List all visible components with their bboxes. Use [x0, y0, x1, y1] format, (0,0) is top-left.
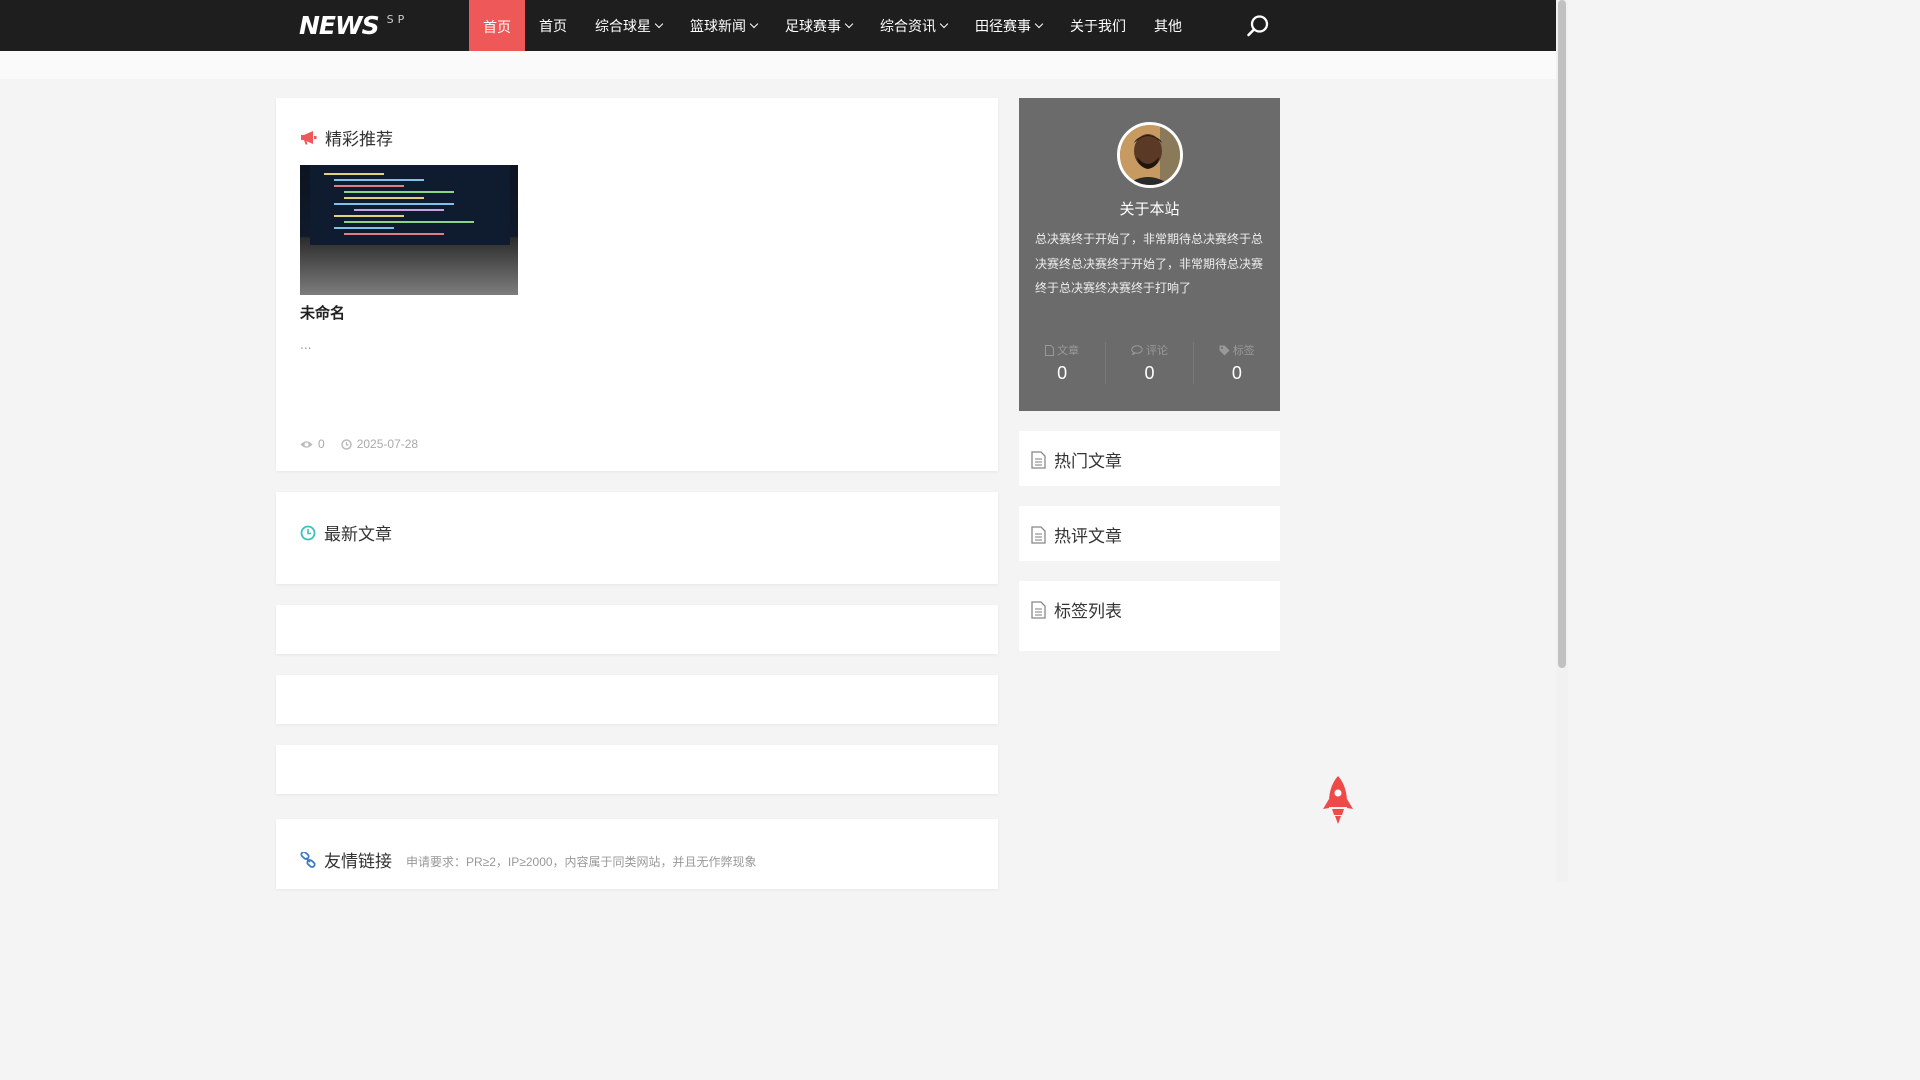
hot-articles-widget: 热门文章 [1019, 431, 1280, 486]
clock-icon [300, 525, 316, 540]
stat-label: 评论 [1106, 342, 1192, 358]
search-icon [1247, 15, 1269, 37]
top-navbar: NEWS SP 首页 首页 综合球星 篮球新闻 足球赛事 综合资讯 田径赛事 关… [0, 0, 1556, 54]
post-views: 0 [300, 437, 325, 451]
stat-value: 0 [1231, 363, 1242, 383]
tag-list-widget: 标签列表 [1019, 581, 1280, 651]
featured-heading: 精彩推荐 [300, 125, 393, 150]
stat-label-text: 文章 [1057, 344, 1080, 357]
site-stats: 文章 0 评论 0 标签 0 [1019, 342, 1280, 384]
chevron-down-icon [1034, 19, 1044, 28]
nav-label: 田径赛事 [975, 18, 1031, 35]
nav-label: 综合球星 [595, 18, 651, 35]
megaphone-icon [301, 131, 317, 145]
link-icon [300, 851, 316, 868]
post-views-count: 0 [318, 437, 325, 451]
chevron-down-icon [749, 19, 759, 28]
latest-section: 最新文章 [276, 492, 998, 584]
stat-label: 文章 [1019, 342, 1105, 358]
stat-comments: 评论 0 [1105, 342, 1192, 384]
nav-item-home-active[interactable]: 首页 [469, 0, 525, 54]
widget-heading[interactable]: 热门文章 [1031, 447, 1122, 472]
nav-label: 其他 [1154, 18, 1182, 35]
back-to-top-button[interactable] [1322, 775, 1354, 825]
friend-links-note: 申请要求：PR≥2，IP≥2000，内容属于同类网站，并且无作弊现象 [406, 855, 757, 869]
friend-links-section: 友情链接 申请要求：PR≥2，IP≥2000，内容属于同类网站，并且无作弊现象 [276, 819, 998, 889]
post-meta: 0 2025-07-28 [300, 437, 434, 451]
latest-heading-text: 最新文章 [324, 525, 392, 545]
empty-card [276, 675, 998, 724]
avatar [1117, 122, 1183, 188]
post-date-text: 2025-07-28 [356, 437, 419, 451]
stat-label: 标签 [1194, 342, 1280, 358]
site-logo[interactable]: NEWS SP [299, 10, 408, 40]
clock-icon [340, 438, 352, 450]
chevron-down-icon [939, 19, 949, 28]
nav-label: 关于我们 [1070, 18, 1126, 35]
stat-value: 0 [1057, 363, 1068, 383]
widget-title: 热门文章 [1054, 452, 1122, 472]
stat-tags: 标签 0 [1192, 342, 1280, 384]
post-thumbnail[interactable] [300, 165, 518, 295]
widget-heading[interactable]: 标签列表 [1031, 597, 1122, 622]
nav-item-stars[interactable]: 综合球星 [581, 0, 676, 51]
document-icon [1031, 450, 1046, 469]
tag-icon [1219, 345, 1230, 355]
widget-title: 标签列表 [1054, 602, 1122, 622]
main-nav: 首页 首页 综合球星 篮球新闻 足球赛事 综合资讯 田径赛事 关于我们 其他 [469, 0, 1196, 54]
nav-item-news[interactable]: 综合资讯 [866, 0, 961, 51]
scrollbar-thumb[interactable] [1558, 0, 1566, 668]
nav-label: 综合资讯 [880, 18, 936, 35]
nav-label: 首页 [483, 20, 511, 36]
stat-value: 0 [1144, 363, 1155, 383]
about-widget: 关于本站 总决赛终于开始了，非常期待总决赛终于总决赛终总决赛终于开始了，非常期待… [1019, 98, 1280, 411]
nav-label: 足球赛事 [785, 18, 841, 35]
nav-label: 篮球新闻 [690, 18, 746, 35]
nav-item-other[interactable]: 其他 [1140, 0, 1196, 51]
header-subband [0, 51, 1556, 79]
stat-articles: 文章 0 [1019, 342, 1105, 384]
logo-main-text: NEWS [299, 11, 380, 40]
nav-item-basketball[interactable]: 篮球新闻 [676, 0, 771, 51]
post-date: 2025-07-28 [340, 437, 419, 451]
chevron-down-icon [654, 19, 664, 28]
nav-item-football[interactable]: 足球赛事 [771, 0, 866, 51]
widget-heading[interactable]: 热评文章 [1031, 522, 1122, 547]
empty-card [276, 745, 998, 794]
empty-card [276, 605, 998, 654]
post-title[interactable]: 未命名 [300, 302, 345, 323]
avatar-image [1120, 125, 1180, 185]
post-excerpt: ... [300, 338, 312, 352]
nav-label: 首页 [539, 18, 567, 35]
rocket-icon [1323, 776, 1353, 824]
featured-heading-text: 精彩推荐 [325, 130, 393, 150]
nav-item-home[interactable]: 首页 [525, 0, 581, 51]
widget-title: 热评文章 [1054, 527, 1122, 547]
stat-label-text: 标签 [1232, 344, 1255, 357]
document-icon [1031, 600, 1046, 619]
chevron-down-icon [844, 19, 854, 28]
comment-icon [1131, 345, 1143, 355]
page-scrollbar[interactable] [1556, 0, 1568, 882]
search-button[interactable] [1246, 14, 1270, 38]
nav-item-athletics[interactable]: 田径赛事 [961, 0, 1056, 51]
latest-heading: 最新文章 [300, 520, 392, 545]
document-icon [1031, 525, 1046, 544]
thumbnail-screen [310, 165, 510, 245]
about-title: 关于本站 [1119, 200, 1180, 218]
featured-section: 精彩推荐 未命名 ... 0 2025-07-28 [276, 98, 998, 471]
friend-links-heading: 友情链接 申请要求：PR≥2，IP≥2000，内容属于同类网站，并且无作弊现象 [300, 847, 757, 872]
nav-item-about[interactable]: 关于我们 [1056, 0, 1140, 51]
about-description: 总决赛终于开始了，非常期待总决赛终于总决赛终总决赛终于开始了，非常期待总决赛终于… [1035, 232, 1264, 295]
stat-label-text: 评论 [1145, 344, 1168, 357]
file-icon [1045, 344, 1055, 356]
logo-sub-text: SP [386, 13, 409, 26]
friend-links-heading-text: 友情链接 [324, 852, 392, 872]
eye-icon [300, 440, 313, 448]
hot-comments-widget: 热评文章 [1019, 506, 1280, 561]
